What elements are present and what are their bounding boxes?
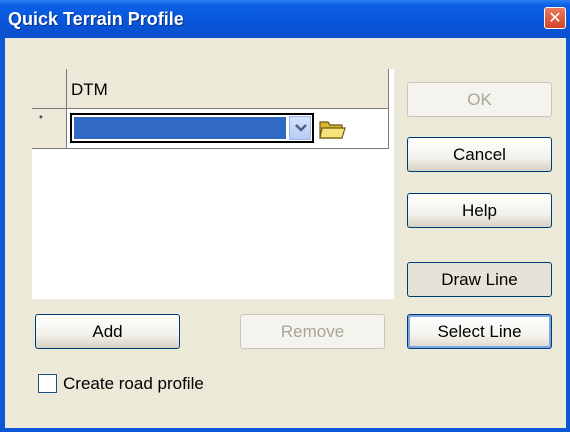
select-line-button[interactable]: Select Line [407, 314, 552, 349]
dtm-grid[interactable]: DTM * [32, 69, 394, 299]
close-button[interactable]: ✕ [544, 7, 566, 29]
cancel-button[interactable]: Cancel [407, 137, 552, 172]
browse-folder-button[interactable] [318, 117, 346, 141]
dialog-window: Quick Terrain Profile ✕ DTM * OK Cancel … [0, 0, 570, 432]
help-button[interactable]: Help [407, 193, 552, 228]
title-bar[interactable]: Quick Terrain Profile ✕ [0, 0, 570, 38]
grid-corner-header [32, 69, 67, 109]
close-icon: ✕ [548, 8, 562, 27]
folder-icon [319, 121, 346, 139]
draw-line-button[interactable]: Draw Line [407, 262, 552, 297]
dropdown-arrow-button[interactable] [289, 116, 311, 140]
dtm-dropdown-value [74, 117, 286, 139]
row-header-new[interactable]: * [32, 109, 67, 149]
grid-cell-dtm[interactable] [67, 109, 389, 149]
column-header-dtm[interactable]: DTM [67, 69, 389, 109]
chevron-down-icon [295, 124, 307, 132]
dtm-dropdown[interactable] [70, 113, 314, 143]
create-road-profile-checkbox[interactable] [38, 374, 57, 393]
remove-button[interactable]: Remove [240, 314, 385, 349]
create-road-profile-label: Create road profile [63, 374, 204, 393]
window-title: Quick Terrain Profile [8, 9, 184, 29]
ok-button[interactable]: OK [407, 82, 552, 117]
add-button[interactable]: Add [35, 314, 180, 349]
